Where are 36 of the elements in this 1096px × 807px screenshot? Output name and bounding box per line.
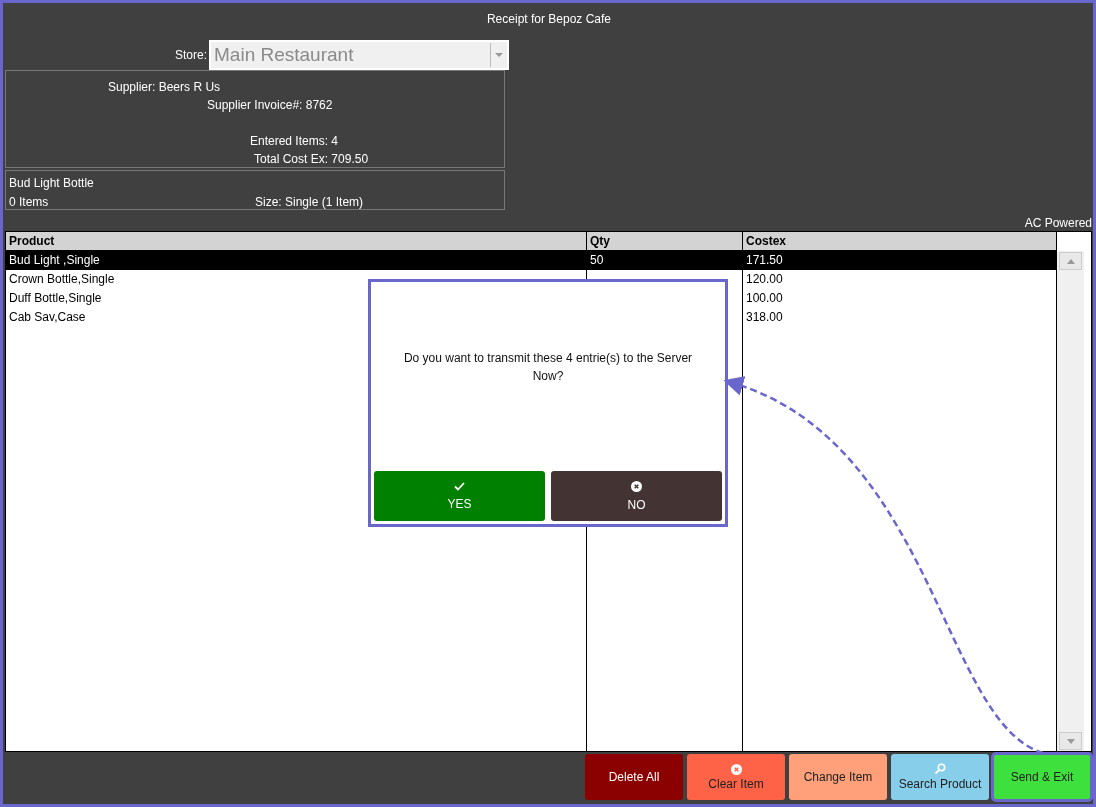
up-arrow-icon (1066, 258, 1075, 264)
size-text: Size: Single (1 Item) (255, 195, 364, 209)
down-arrow-icon (1066, 738, 1075, 744)
table-cell[interactable]: 171.50 (743, 251, 1056, 270)
clear-button[interactable]: Clear Item (687, 754, 785, 800)
supplier-text: Supplier: Beers R Us (108, 80, 221, 94)
table-cell[interactable]: 120.00 (743, 270, 1056, 289)
dialog-message: Do you want to transmit these 4 entrie(s) to the Server Now? (402, 349, 694, 385)
table-cell[interactable]: Bud Light ,Single (6, 251, 586, 270)
check-icon (454, 481, 465, 491)
scroll-up-button[interactable] (1059, 252, 1082, 270)
store-label: Store: (175, 48, 207, 62)
total-cost-text: Total Cost Ex: 709.50 (254, 152, 369, 166)
close-circle-icon (730, 763, 742, 775)
search-button[interactable]: Search Product (891, 754, 989, 800)
power-status: AC Powered (1024, 216, 1092, 231)
scrollbar[interactable] (1057, 251, 1084, 751)
close-circle-icon (631, 480, 642, 492)
item-count: 0 Items (9, 195, 49, 209)
table-cell[interactable]: 318.00 (743, 308, 1056, 327)
product-name: Bud Light Bottle (9, 176, 94, 190)
entered-items-text: Entered Items: 4 (250, 134, 339, 148)
delete-button[interactable]: Delete All (585, 754, 683, 800)
no-button[interactable]: NO (551, 471, 722, 521)
column-header: Product (6, 232, 586, 251)
send-button[interactable]: Send & Exit (993, 754, 1091, 800)
window-title: Receipt for Bepoz Cafe (486, 12, 612, 28)
column-header: Costex (743, 232, 1056, 251)
table-cell[interactable]: 50 (587, 251, 742, 270)
yes-button[interactable]: YES (374, 471, 545, 521)
column-header: Qty (587, 232, 742, 251)
scroll-down-button[interactable] (1059, 732, 1082, 750)
invoice-text: Supplier Invoice#: 8762 (207, 98, 333, 112)
change-button[interactable]: Change Item (789, 754, 887, 800)
table-cell[interactable]: 100.00 (743, 289, 1056, 308)
search-icon (934, 763, 946, 775)
